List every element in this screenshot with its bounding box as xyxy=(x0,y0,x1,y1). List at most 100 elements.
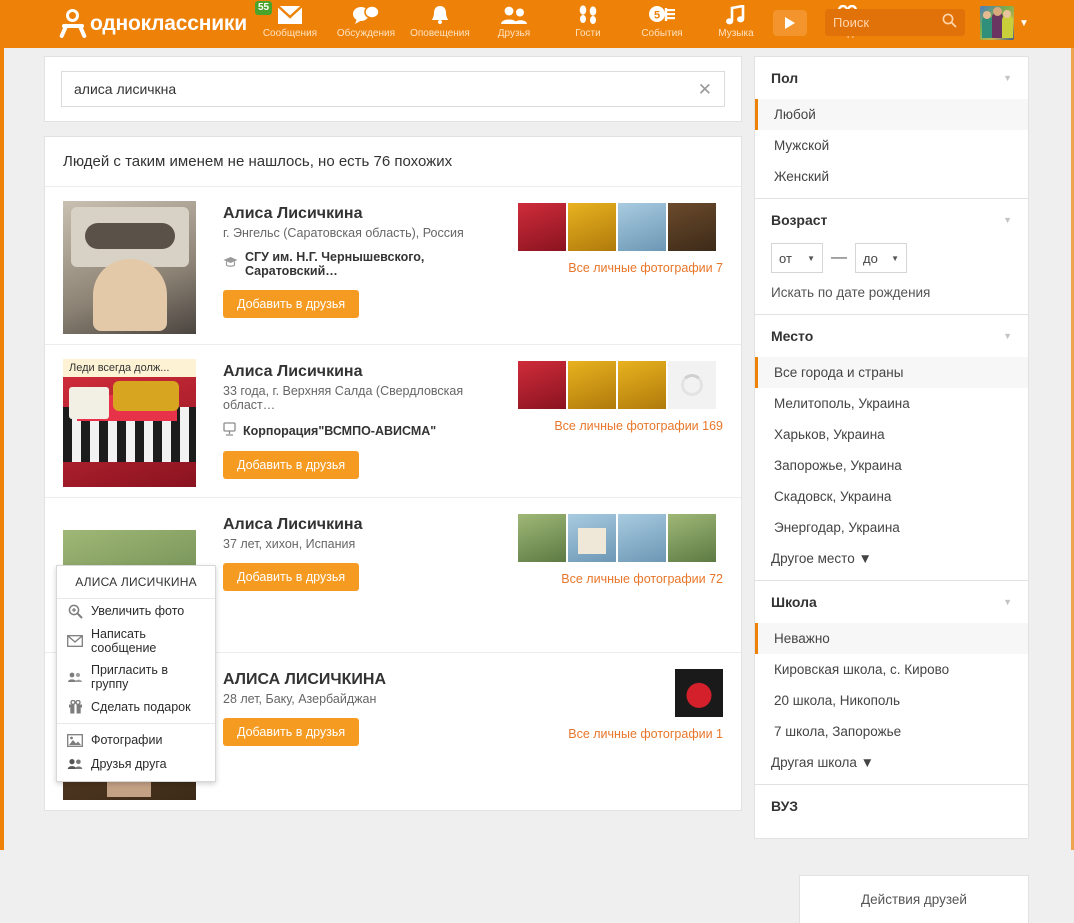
thumbnail[interactable] xyxy=(675,669,723,717)
filter-title: Пол xyxy=(771,70,799,86)
friend-actions-tooltip[interactable]: Действия друзей xyxy=(799,875,1029,923)
thumbnail[interactable] xyxy=(668,514,716,562)
filter-option-school-2[interactable]: 20 школа, Никополь xyxy=(755,685,1028,716)
filter-header-place[interactable]: Место ▼ xyxy=(755,315,1028,357)
age-from-label: от xyxy=(779,250,792,266)
avatar[interactable] xyxy=(980,6,1014,40)
filter-option-school-0[interactable]: Неважно xyxy=(755,623,1028,654)
result-avatar[interactable] xyxy=(63,377,196,487)
age-to-label: до xyxy=(863,250,878,266)
nav-label: Гости xyxy=(575,28,601,39)
filter-title: Возраст xyxy=(771,212,828,228)
filter-header-university[interactable]: ВУЗ xyxy=(755,785,1028,838)
add-friend-button[interactable]: Добавить в друзья xyxy=(223,290,360,318)
nav-events[interactable]: 5 События xyxy=(625,0,699,48)
filter-option-place-5[interactable]: Энергодар, Украина xyxy=(755,512,1028,543)
result-row[interactable]: Алиса Лисичкина г. Энгельс (Саратовская … xyxy=(45,187,741,345)
thumbnail[interactable] xyxy=(618,514,666,562)
result-avatar-column xyxy=(63,201,213,334)
filter-header-school[interactable]: Школа ▼ xyxy=(755,581,1028,623)
add-friend-button[interactable]: Добавить в друзья xyxy=(223,563,360,591)
nav-notifications[interactable]: Оповещения xyxy=(403,0,477,48)
thumbnail[interactable] xyxy=(518,361,566,409)
all-photos-link[interactable]: Все личные фотографии 7 xyxy=(518,261,723,275)
context-menu-item-friends-of-friend[interactable]: Друзья друга xyxy=(57,752,215,781)
nav-guests[interactable]: Гости xyxy=(551,0,625,48)
result-row[interactable]: Леди всегда долж... Алиса Лисичкина 33 г… xyxy=(45,345,741,498)
all-photos-link[interactable]: Все личные фотографии 169 xyxy=(518,419,723,433)
result-location: г. Энгельс (Саратовская область), Россия xyxy=(223,226,464,240)
people-search-input[interactable]: алиса лисичкна ✕ xyxy=(61,71,725,107)
result-name[interactable]: АЛИСА ЛИСИЧКИНА xyxy=(223,671,518,689)
filter-option-place-3[interactable]: Запорожье, Украина xyxy=(755,450,1028,481)
thumbnail[interactable] xyxy=(568,203,616,251)
result-location: 28 лет, Баку, Азербайджан xyxy=(223,692,377,706)
chevron-down-icon[interactable]: ▼ xyxy=(1003,73,1012,83)
chevron-down-icon[interactable]: ▼ xyxy=(1019,18,1029,29)
result-meta-text: Корпорация"ВСМПО-АВИСМА" xyxy=(243,423,437,438)
nav-friends[interactable]: Друзья xyxy=(477,0,551,48)
spinner-icon xyxy=(681,374,703,396)
age-from-select[interactable]: от ▼ xyxy=(771,243,823,273)
thumbnail[interactable] xyxy=(568,361,616,409)
filter-option-school-3[interactable]: 7 школа, Запорожье xyxy=(755,716,1028,747)
result-avatar[interactable] xyxy=(63,201,196,334)
filter-option-gender-female[interactable]: Женский xyxy=(755,161,1028,198)
result-info: Алиса Лисичкина г. Энгельс (Саратовская … xyxy=(213,201,518,334)
range-dash: — xyxy=(831,249,847,266)
context-menu-divider xyxy=(57,723,215,724)
result-photos: Все личные фотографии 169 xyxy=(518,359,723,487)
chevron-down-icon[interactable]: ▼ xyxy=(1003,215,1012,225)
thumbnail-loading[interactable] xyxy=(668,361,716,409)
context-menu-item-send-message[interactable]: Написать сообщение xyxy=(57,623,215,659)
filter-option-place-2[interactable]: Харьков, Украина xyxy=(755,419,1028,450)
chevron-down-icon[interactable]: ▼ xyxy=(1003,331,1012,341)
result-name[interactable]: Алиса Лисичкина xyxy=(223,516,518,534)
filter-option-gender-any[interactable]: Любой xyxy=(755,99,1028,130)
thumbnail[interactable] xyxy=(518,203,566,251)
thumbnail[interactable] xyxy=(668,203,716,251)
people-icon xyxy=(500,4,528,26)
clear-icon[interactable]: ✕ xyxy=(698,81,712,98)
age-to-select[interactable]: до ▼ xyxy=(855,243,907,273)
nav-messages[interactable]: 55 Сообщения xyxy=(251,0,329,48)
nav-music[interactable]: Музыка xyxy=(699,0,773,48)
filter-option-place-1[interactable]: Мелитополь, Украина xyxy=(755,388,1028,419)
context-menu-item-send-gift[interactable]: Сделать подарок xyxy=(57,695,215,719)
play-button[interactable] xyxy=(772,10,807,36)
filter-header-gender[interactable]: Пол ▼ xyxy=(755,57,1028,99)
add-friend-button[interactable]: Добавить в друзья xyxy=(223,451,360,479)
result-name[interactable]: Алиса Лисичкина xyxy=(223,363,518,381)
chevron-down-icon[interactable]: ▼ xyxy=(1003,597,1012,607)
user-menu[interactable]: ▼ xyxy=(980,6,1029,40)
filter-option-school-1[interactable]: Кировская школа, с. Кирово xyxy=(755,654,1028,685)
thumbnail[interactable] xyxy=(618,203,666,251)
filters-sidebar: Пол ▼ Любой Мужской Женский Возраст ▼ от… xyxy=(754,56,1029,839)
all-photos-link[interactable]: Все личные фотографии 1 xyxy=(518,727,723,741)
result-photos: Все личные фотографии 72 xyxy=(518,512,723,642)
filter-header-age[interactable]: Возраст ▼ xyxy=(755,199,1028,241)
filter-option-place-4[interactable]: Скадовск, Украина xyxy=(755,481,1028,512)
context-menu-item-invite-to-group[interactable]: Пригласить в группу xyxy=(57,659,215,695)
filter-option-gender-male[interactable]: Мужской xyxy=(755,130,1028,161)
thumbnail-row xyxy=(518,514,723,562)
other-school-link[interactable]: Другая школа ▼ xyxy=(755,747,1028,784)
add-friend-button[interactable]: Добавить в друзья xyxy=(223,718,360,746)
other-place-link[interactable]: Другое место ▼ xyxy=(755,543,1028,580)
search-placeholder: Поиск xyxy=(833,15,870,30)
search-by-birthdate-link[interactable]: Искать по дате рождения xyxy=(755,279,1028,314)
context-menu-item-zoom-photo[interactable]: Увеличить фото xyxy=(57,599,215,623)
all-photos-link[interactable]: Все личные фотографии 72 xyxy=(518,572,723,586)
thumbnail[interactable] xyxy=(618,361,666,409)
page-body: алиса лисичкна ✕ Людей с таким именем не… xyxy=(0,48,1074,923)
profile-context-menu[interactable]: АЛИСА ЛИСИЧКИНА Увеличить фото Написать … xyxy=(56,565,216,782)
nav-discussions[interactable]: Обсуждения xyxy=(329,0,403,48)
thumbnail[interactable] xyxy=(568,514,616,562)
header-search-input[interactable]: Поиск xyxy=(825,9,965,36)
site-logo[interactable]: одноклассники xyxy=(59,0,247,48)
context-menu-label: Сделать подарок xyxy=(91,700,191,714)
context-menu-item-photos[interactable]: Фотографии xyxy=(57,728,215,752)
filter-option-place-0[interactable]: Все города и страны xyxy=(755,357,1028,388)
thumbnail[interactable] xyxy=(518,514,566,562)
result-name[interactable]: Алиса Лисичкина xyxy=(223,205,518,223)
